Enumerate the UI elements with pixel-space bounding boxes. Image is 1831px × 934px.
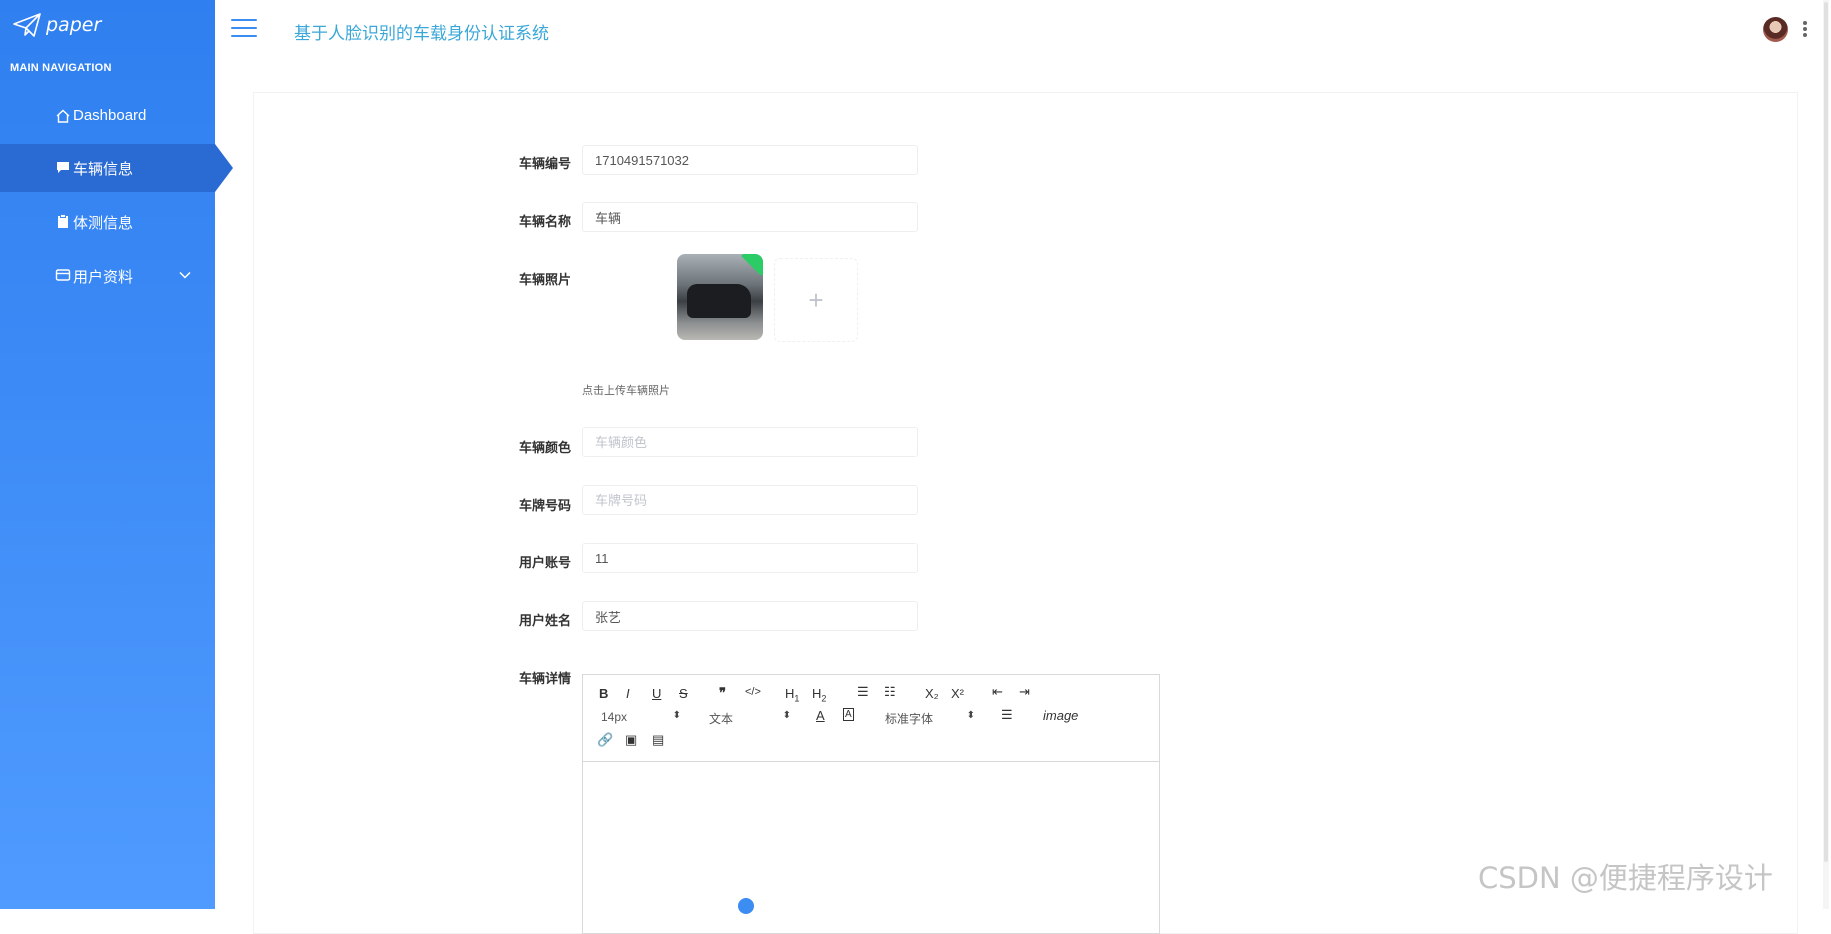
bold-button[interactable]: B [599, 686, 608, 701]
sidebar-item-vehicle-info[interactable]: 车辆信息 [0, 144, 233, 192]
menu-toggle-icon[interactable] [231, 19, 257, 39]
code-block-button[interactable]: </> [745, 686, 761, 698]
vehicle-photo-thumbnail[interactable] [677, 254, 763, 340]
card-icon [55, 269, 71, 281]
drag-handle[interactable] [738, 898, 754, 914]
user-name-input[interactable] [582, 601, 918, 631]
sidebar: paper MAIN NAVIGATION Dashboard 车辆信息 体测信… [0, 0, 233, 909]
blockquote-button[interactable]: ❞ [719, 685, 726, 701]
more-vertical-icon[interactable] [1802, 21, 1808, 41]
home-icon [56, 109, 70, 123]
link-icon[interactable]: 🔗 [597, 732, 613, 748]
plate-no-input[interactable] [582, 485, 918, 515]
text-type-value: 文本 [709, 712, 734, 726]
font-family-select[interactable]: 标准字体 ⬍ [885, 710, 975, 727]
video-icon[interactable]: ▤ [652, 732, 664, 748]
app-logo[interactable]: paper [12, 12, 101, 38]
label-vehicle-color: 车辆颜色 [519, 440, 572, 455]
logo-text: paper [46, 14, 102, 36]
bullet-list-icon[interactable]: ☷ [884, 684, 896, 700]
select-arrows-icon: ⬍ [966, 710, 975, 721]
subscript-button[interactable]: X₂ [925, 686, 939, 701]
text-type-select[interactable]: 文本 ⬍ [709, 710, 791, 727]
heading2-button[interactable]: H2 [812, 686, 826, 704]
editor-toolbar: B I U S ❞ </> H1 H2 ☰ ☷ X₂ X² ⇤ ⇥ 14px ⬍ … [583, 675, 1159, 762]
nav-section-title: MAIN NAVIGATION [10, 62, 112, 74]
sidebar-item-user-profile[interactable]: 用户资料 [0, 252, 215, 300]
chevron-down-icon[interactable] [179, 270, 191, 280]
label-plate-no: 车牌号码 [519, 498, 572, 513]
align-icon[interactable]: ☰ [1001, 707, 1013, 723]
select-arrows-icon: ⬍ [672, 710, 681, 721]
upload-plus-button[interactable]: + [774, 258, 858, 342]
clipboard-icon [58, 214, 68, 228]
paper-plane-icon [13, 13, 41, 37]
top-header: 基于人脸识别的车载身份认证系统 [215, 0, 1831, 60]
italic-button[interactable]: I [626, 686, 630, 701]
sidebar-item-label: Dashboard [73, 107, 147, 124]
label-user-account: 用户账号 [519, 555, 572, 570]
image-icon[interactable]: ▣ [625, 732, 637, 748]
superscript-button[interactable]: X² [951, 686, 964, 701]
outdent-icon[interactable]: ⇤ [992, 684, 1003, 700]
user-account-input[interactable] [582, 543, 918, 573]
heading1-button[interactable]: H1 [785, 686, 799, 704]
indent-icon[interactable]: ⇥ [1019, 684, 1030, 700]
font-size-select[interactable]: 14px ⬍ [601, 710, 681, 724]
sidebar-item-label: 用户资料 [73, 269, 134, 286]
label-vehicle-name: 车辆名称 [519, 214, 572, 229]
label-user-name: 用户姓名 [519, 613, 572, 628]
background-color-button[interactable]: A [843, 708, 854, 721]
success-badge-icon [741, 254, 763, 276]
font-family-value: 标准字体 [885, 712, 934, 726]
page-scrollbar[interactable] [1823, 0, 1829, 909]
sidebar-item-label: 车辆信息 [73, 161, 134, 178]
label-vehicle-detail: 车辆详情 [519, 671, 572, 686]
strikethrough-button[interactable]: S [679, 686, 688, 701]
sidebar-item-dashboard[interactable]: Dashboard [0, 93, 215, 141]
ordered-list-icon[interactable]: ☰ [857, 684, 869, 700]
vehicle-color-input[interactable] [582, 427, 918, 457]
clear-format-button[interactable]: image [1043, 708, 1078, 723]
vehicle-name-input[interactable] [582, 202, 918, 232]
rich-text-editor: B I U S ❞ </> H1 H2 ☰ ☷ X₂ X² ⇤ ⇥ 14px ⬍ … [582, 674, 1160, 934]
font-color-button[interactable]: A [816, 708, 825, 723]
editor-content-area[interactable] [583, 762, 1159, 934]
underline-button[interactable]: U [652, 686, 661, 701]
avatar[interactable] [1763, 17, 1788, 42]
font-size-value: 14px [601, 710, 628, 724]
select-arrows-icon: ⬍ [782, 710, 791, 721]
sidebar-item-label: 体测信息 [73, 215, 134, 232]
watermark: CSDN @便捷程序设计 [1478, 861, 1773, 895]
page-title: 基于人脸识别的车载身份认证系统 [294, 24, 549, 43]
sidebar-item-fitness-info[interactable]: 体测信息 [0, 198, 215, 246]
label-vehicle-photo: 车辆照片 [519, 272, 572, 287]
vehicle-no-input[interactable] [582, 145, 918, 175]
message-icon [57, 162, 69, 173]
label-vehicle-no: 车辆编号 [519, 156, 572, 171]
upload-hint: 点击上传车辆照片 [582, 385, 670, 397]
